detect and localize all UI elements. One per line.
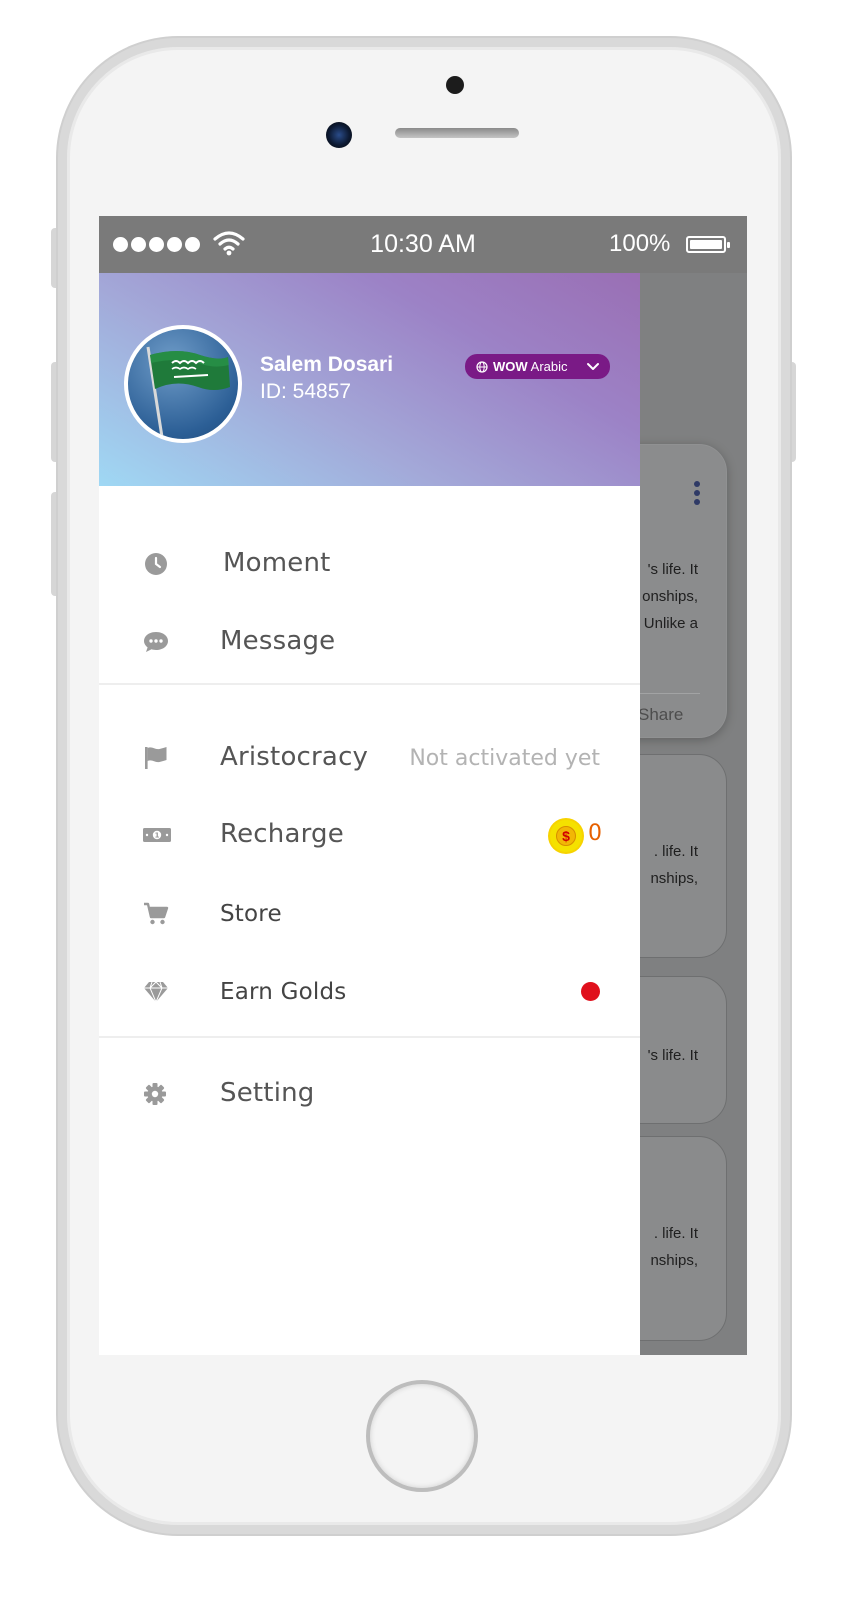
status-bar: 10:30 AM 100% xyxy=(99,216,747,273)
aristocracy-status: Not activated yet xyxy=(409,746,600,771)
gear-icon xyxy=(144,1083,166,1105)
front-camera xyxy=(326,122,352,148)
proximity-sensor xyxy=(446,76,464,94)
cash-icon: 1 xyxy=(143,828,171,842)
menu-divider xyxy=(99,683,640,685)
diamond-icon xyxy=(144,981,168,1004)
battery-percentage: 100% xyxy=(609,230,671,257)
menu-item-label: Moment xyxy=(223,548,331,578)
menu-item-label: Recharge xyxy=(220,819,344,849)
menu-item-setting[interactable]: Setting xyxy=(99,1064,640,1124)
navigation-drawer: Salem Dosari ID: 54857 WOW Arabic Moment… xyxy=(99,273,640,1355)
profile-header: Salem Dosari ID: 54857 WOW Arabic xyxy=(99,273,640,486)
chat-bubble-icon xyxy=(144,632,168,652)
user-id: ID: 54857 xyxy=(260,380,352,403)
card-text-line: . life. It xyxy=(653,1225,698,1242)
menu-item-label: Aristocracy xyxy=(220,742,369,772)
user-name: Salem Dosari xyxy=(260,353,394,376)
menu-item-label: Setting xyxy=(220,1078,315,1108)
menu-item-recharge[interactable]: 1 Recharge $ 0 xyxy=(99,805,640,865)
globe-icon xyxy=(476,360,488,373)
home-button[interactable] xyxy=(366,1380,478,1492)
language-label: Arabic xyxy=(530,359,568,374)
card-text-line: nships, xyxy=(650,1252,698,1269)
svg-text:1: 1 xyxy=(155,832,160,840)
menu-item-store[interactable]: Store xyxy=(99,884,640,944)
card-text-line: 's life. It xyxy=(647,561,698,578)
clock-icon xyxy=(145,553,167,575)
menu-item-label: Earn Golds xyxy=(220,979,347,1005)
card-text-line: nships, xyxy=(650,870,698,887)
menu-item-aristocracy[interactable]: Aristocracy Not activated yet xyxy=(99,728,640,788)
dollar-coin-icon: $ xyxy=(550,820,582,852)
earpiece-speaker xyxy=(395,128,519,138)
app-screen: 10:30 AM 100% 's life. It onships, Unlik… xyxy=(99,216,747,1355)
menu-item-moment[interactable]: Moment xyxy=(99,534,640,594)
flag-image xyxy=(146,346,230,438)
notification-dot xyxy=(581,982,600,1001)
flag-icon xyxy=(145,747,167,769)
brand-label: WOW xyxy=(493,359,528,374)
coin-balance: 0 xyxy=(588,821,602,846)
battery-icon xyxy=(686,236,730,253)
saudi-flag-avatar[interactable] xyxy=(124,325,242,443)
more-options-icon[interactable] xyxy=(694,481,700,508)
menu-divider xyxy=(99,1036,640,1038)
card-text-line: Unlike a xyxy=(643,615,698,632)
menu-item-earn-golds[interactable]: Earn Golds xyxy=(99,962,640,1022)
card-text-line: onships, xyxy=(642,588,698,605)
share-button[interactable]: Share xyxy=(638,705,683,725)
cart-icon xyxy=(144,902,169,925)
chevron-down-icon xyxy=(587,363,599,370)
card-text-line: 's life. It xyxy=(647,1047,698,1064)
card-divider xyxy=(636,693,700,694)
menu-item-label: Message xyxy=(220,626,336,656)
menu-item-label: Store xyxy=(220,901,282,927)
card-text-line: . life. It xyxy=(653,843,698,860)
language-selector[interactable]: WOW Arabic xyxy=(465,354,610,379)
menu-item-message[interactable]: Message xyxy=(99,612,640,672)
